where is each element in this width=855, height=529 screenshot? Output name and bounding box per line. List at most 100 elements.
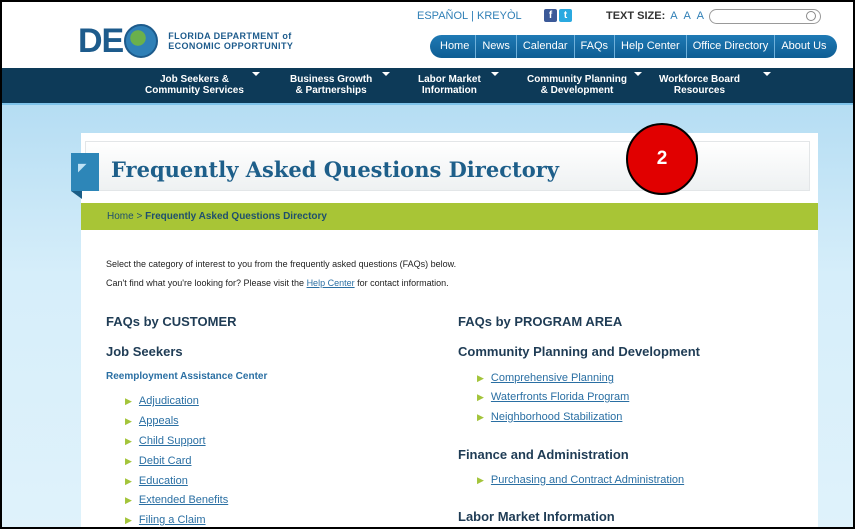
faq-link-extended-benefits[interactable]: ▶ Extended Benefits [125, 494, 228, 506]
deo-logo[interactable]: DE FLORIDA DEPARTMENT of ECONOMIC OPPORT… [78, 24, 293, 58]
arrow-right-icon: ▶ [125, 494, 132, 505]
arrow-right-icon: ▶ [125, 395, 132, 406]
mainnav-job-seekers[interactable]: Job Seekers & Community Services [145, 74, 244, 96]
main-navigation: Job Seekers & Community Services Busines… [2, 68, 853, 105]
mainnav-community-planning-line1: Community Planning [527, 74, 627, 85]
mainnav-labor-market-line1: Labor Market [418, 74, 481, 85]
arrow-right-icon: ▶ [477, 474, 484, 485]
chevron-down-icon[interactable] [382, 72, 390, 76]
annotation-badge: 2 [626, 123, 698, 195]
search-input[interactable] [709, 9, 821, 24]
breadcrumb: Home > Frequently Asked Questions Direct… [81, 203, 818, 230]
language-links: ESPAÑOL | KREYÒL [417, 10, 522, 22]
labor-market-heading: Labor Market Information [458, 509, 615, 524]
mainnav-job-seekers-line2: Community Services [145, 85, 244, 96]
topnav-help-center[interactable]: Help Center [614, 35, 686, 58]
faq-link-label: Waterfronts Florida Program [490, 391, 630, 403]
search-icon[interactable] [806, 11, 816, 21]
mainnav-community-planning-line2: & Development [540, 85, 614, 96]
title-ribbon: ◤ [71, 153, 99, 199]
chevron-down-icon[interactable] [763, 72, 771, 76]
faq-link-label: Filing a Claim [138, 514, 206, 526]
faq-link-adjudication[interactable]: ▶ Adjudication [125, 395, 199, 407]
topnav-news[interactable]: News [475, 35, 516, 58]
mainnav-business-growth[interactable]: Business Growth & Partnerships [290, 74, 372, 96]
mainnav-business-growth-line2: & Partnerships [295, 85, 367, 96]
mainnav-workforce-board[interactable]: Workforce Board Resources [659, 74, 740, 96]
lang-separator: | [471, 10, 475, 22]
lang-espanol-link[interactable]: ESPAÑOL [417, 10, 468, 22]
mainnav-job-seekers-line1: Job Seekers & [160, 74, 229, 85]
faq-link-neighborhood-stabilization[interactable]: ▶ Neighborhood Stabilization [477, 411, 622, 423]
arrow-right-icon: ▶ [125, 514, 132, 525]
mainnav-community-planning[interactable]: Community Planning & Development [527, 74, 627, 96]
breadcrumb-separator: > [136, 211, 143, 222]
intro-help-pre: Can't find what you're looking for? Plea… [106, 278, 305, 288]
faq-link-filing-a-claim[interactable]: ▶ Filing a Claim [125, 514, 206, 526]
faq-link-waterfronts-florida[interactable]: ▶ Waterfronts Florida Program [477, 391, 629, 403]
text-size-options[interactable]: A A A [670, 10, 706, 22]
intro-help-line: Can't find what you're looking for? Plea… [106, 278, 449, 288]
browser-frame: DE FLORIDA DEPARTMENT of ECONOMIC OPPORT… [0, 0, 855, 529]
mainnav-workforce-board-line2: Resources [673, 85, 726, 96]
finance-admin-heading: Finance and Administration [458, 447, 629, 462]
arrow-right-icon: ▶ [477, 372, 484, 383]
arrow-right-icon: ▶ [125, 435, 132, 446]
logo-org-line1: FLORIDA DEPARTMENT of [168, 31, 292, 41]
faq-link-appeals[interactable]: ▶ Appeals [125, 415, 179, 427]
community-planning-heading: Community Planning and Development [458, 344, 700, 359]
faq-link-label: Education [138, 475, 188, 487]
breadcrumb-home-link[interactable]: Home [107, 211, 134, 222]
arrow-right-icon: ▶ [125, 455, 132, 466]
chevron-down-icon[interactable] [491, 72, 499, 76]
faq-link-child-support[interactable]: ▶ Child Support [125, 435, 206, 447]
social-links: f t [544, 9, 572, 22]
help-center-link[interactable]: Help Center [307, 278, 355, 288]
faq-link-debit-card[interactable]: ▶ Debit Card [125, 455, 192, 467]
faq-link-label: Adjudication [138, 395, 199, 407]
topnav-about-us[interactable]: About Us [774, 35, 832, 58]
job-seekers-heading: Job Seekers [106, 344, 183, 359]
logo-letters: DE [78, 22, 124, 60]
text-size-control: TEXT SIZE: A A A [606, 10, 706, 22]
topnav-faqs[interactable]: FAQs [573, 35, 615, 58]
mainnav-labor-market[interactable]: Labor Market Information [418, 74, 481, 96]
site-header: DE FLORIDA DEPARTMENT of ECONOMIC OPPORT… [2, 2, 853, 68]
title-bar: ◤ Frequently Asked Questions Directory [71, 141, 810, 199]
faq-link-label: Child Support [138, 435, 206, 447]
topnav-calendar[interactable]: Calendar [515, 35, 574, 58]
chevron-down-icon[interactable] [634, 72, 642, 76]
globe-icon [124, 24, 159, 58]
reemployment-assistance-link[interactable]: Reemployment Assistance Center [106, 371, 267, 382]
logo-org-name: FLORIDA DEPARTMENT of ECONOMIC OPPORTUNI… [168, 31, 293, 51]
faq-link-label: Appeals [138, 415, 179, 427]
intro-text: Select the category of interest to you f… [106, 259, 457, 269]
twitter-icon[interactable]: t [559, 9, 572, 22]
topnav-home[interactable]: Home [434, 35, 475, 58]
intro-help-post: for contact information. [357, 278, 449, 288]
faq-link-label: Purchasing and Contract Administration [490, 474, 685, 486]
facebook-icon[interactable]: f [544, 9, 557, 22]
florida-map-icon: ◤ [78, 162, 87, 174]
arrow-right-icon: ▶ [477, 391, 484, 402]
faq-link-label: Neighborhood Stabilization [490, 411, 623, 423]
mainnav-business-growth-line1: Business Growth [290, 74, 373, 85]
mainnav-workforce-board-line1: Workforce Board [659, 74, 740, 85]
page-title: Frequently Asked Questions Directory [111, 157, 559, 182]
faqs-by-customer-heading: FAQs by CUSTOMER [106, 314, 237, 329]
faq-link-label: Comprehensive Planning [490, 372, 614, 384]
mainnav-labor-market-line2: Information [421, 85, 477, 96]
faq-link-comprehensive-planning[interactable]: ▶ Comprehensive Planning [477, 372, 614, 384]
lang-kreyol-link[interactable]: KREYÒL [477, 10, 522, 22]
text-size-label: TEXT SIZE: [606, 10, 666, 22]
topnav-office-directory[interactable]: Office Directory [685, 35, 775, 58]
arrow-right-icon: ▶ [125, 415, 132, 426]
top-utility-nav: Home News Calendar FAQs Help Center Offi… [430, 35, 837, 58]
faq-link-education[interactable]: ▶ Education [125, 475, 188, 487]
faq-link-label: Extended Benefits [138, 494, 229, 506]
arrow-right-icon: ▶ [477, 411, 484, 422]
faq-link-purchasing-contract[interactable]: ▶ Purchasing and Contract Administration [477, 474, 684, 486]
breadcrumb-current: Frequently Asked Questions Directory [145, 211, 327, 222]
faqs-by-program-heading: FAQs by PROGRAM AREA [458, 314, 623, 329]
chevron-down-icon[interactable] [252, 72, 260, 76]
